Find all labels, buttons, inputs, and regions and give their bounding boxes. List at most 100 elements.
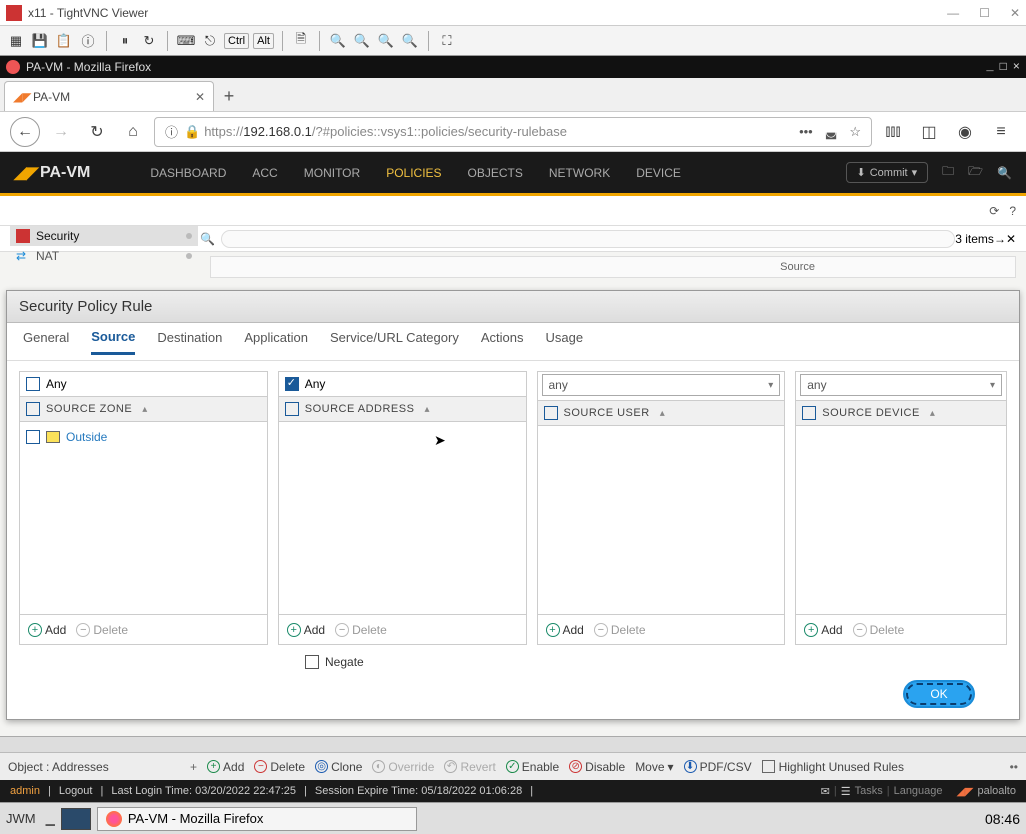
device-select[interactable]: any ▾ [800, 374, 1002, 396]
reload-button[interactable]: ↻ [82, 117, 112, 147]
select-all-checkbox[interactable] [26, 402, 40, 416]
checkbox[interactable] [762, 760, 775, 773]
close-icon[interactable]: × [1013, 60, 1020, 74]
search-input[interactable] [221, 230, 955, 248]
zoom-out-icon[interactable]: 🔍 [352, 31, 372, 51]
sidebar-item-nat[interactable]: ⇄ NAT [10, 246, 198, 266]
delete-address-button[interactable]: −Delete [335, 623, 387, 637]
menu-icon[interactable]: ≡ [986, 117, 1016, 147]
tab-service[interactable]: Service/URL Category [330, 330, 459, 353]
sort-icon[interactable]: ▴ [424, 404, 430, 415]
options-icon[interactable]: 📋 [54, 31, 74, 51]
nav-objects[interactable]: OBJECTS [468, 166, 523, 180]
maximize-icon[interactable]: □ [1000, 60, 1007, 74]
disable-button[interactable]: ⊘Disable [569, 760, 625, 774]
close-icon[interactable]: ✕ [1010, 6, 1020, 20]
clone-button[interactable]: ◎Clone [315, 760, 362, 774]
sidebar-item-security[interactable]: Security [10, 226, 198, 246]
lock-warning-icon[interactable]: 🔒 [184, 124, 200, 140]
alt-key[interactable]: Alt [253, 33, 274, 49]
language-label[interactable]: Language [894, 785, 943, 797]
save-icon[interactable]: 💾 [30, 31, 50, 51]
override-button[interactable]: ◐Override [372, 760, 434, 774]
refresh-icon[interactable]: ↻ [139, 31, 159, 51]
jwm-menu[interactable]: JWM [6, 811, 36, 826]
search-icon[interactable]: 🔍 [997, 166, 1012, 180]
info-icon[interactable]: ⓘ [78, 31, 98, 51]
add-device-button[interactable]: +Add [804, 623, 842, 637]
cad-icon[interactable]: ⌨ [176, 31, 196, 51]
any-zone-checkbox[interactable] [26, 377, 40, 391]
clear-icon[interactable]: ✕ [1006, 232, 1016, 246]
export-icon[interactable]: 🗁 [968, 162, 983, 183]
select-all-checkbox[interactable] [544, 406, 558, 420]
delete-user-button[interactable]: −Delete [594, 623, 646, 637]
add-button[interactable]: +Add [207, 760, 244, 774]
zoom-in-icon[interactable]: 🔍 [328, 31, 348, 51]
new-conn-icon[interactable]: ▦ [6, 31, 26, 51]
sort-icon[interactable]: ▴ [930, 408, 936, 419]
nav-device[interactable]: DEVICE [636, 166, 681, 180]
add-zone-button[interactable]: +Add [28, 623, 66, 637]
pause-icon[interactable]: ⏸ [115, 31, 135, 51]
any-address-checkbox[interactable] [285, 377, 299, 391]
page-actions-icon[interactable]: ••• [799, 124, 813, 139]
pdf-csv-button[interactable]: ⬇PDF/CSV [684, 760, 752, 774]
tab-close-icon[interactable]: ✕ [195, 90, 205, 104]
taskbar-item-firefox[interactable]: PA-VM - Mozilla Firefox [97, 807, 417, 831]
commit-button[interactable]: ⬇ Commit ▾ [846, 162, 929, 183]
tab-general[interactable]: General [23, 330, 69, 353]
row-checkbox[interactable] [26, 430, 40, 444]
zone-name[interactable]: Outside [66, 430, 107, 444]
sort-icon[interactable]: ▴ [660, 408, 666, 419]
tab-actions[interactable]: Actions [481, 330, 524, 353]
nav-dashboard[interactable]: DASHBOARD [150, 166, 226, 180]
column-header[interactable]: SOURCE ADDRESS [305, 403, 415, 415]
sort-icon[interactable]: ▴ [142, 404, 148, 415]
library-icon[interactable]: ⫾⫾⫾ [878, 117, 908, 147]
negate-checkbox[interactable] [305, 655, 319, 669]
tab-source[interactable]: Source [91, 329, 135, 355]
new-tab-button[interactable]: + [214, 81, 244, 111]
minimize-icon[interactable]: ― [947, 6, 959, 20]
zoom-100-icon[interactable]: 🔍 [376, 31, 396, 51]
logout-link[interactable]: Logout [59, 785, 93, 797]
zone-row[interactable]: Outside [26, 428, 261, 446]
config-icon[interactable]: 🗀 [942, 162, 954, 183]
column-header[interactable]: SOURCE DEVICE [822, 407, 920, 419]
minimize-icon[interactable]: _ [986, 60, 993, 74]
browser-tab[interactable]: ◢◤ PA-VM ✕ [4, 81, 214, 111]
highlight-unused-toggle[interactable]: Highlight Unused Rules [762, 760, 904, 774]
move-button[interactable]: Move▾ [635, 760, 673, 774]
sidebar-icon[interactable]: ◫ [914, 117, 944, 147]
select-all-checkbox[interactable] [802, 406, 816, 420]
select-all-checkbox[interactable] [285, 402, 299, 416]
mail-icon[interactable]: ✉ [821, 785, 830, 798]
more-icon[interactable]: •• [1010, 760, 1018, 774]
add-object-icon[interactable]: + [190, 760, 197, 774]
column-header[interactable]: SOURCE USER [564, 407, 650, 419]
reader-icon[interactable]: ◛ [825, 124, 838, 140]
workspace-switcher[interactable] [61, 808, 91, 830]
fullscreen-icon[interactable]: ⛶ [437, 31, 457, 51]
add-user-button[interactable]: +Add [546, 623, 584, 637]
ctrl-esc-icon[interactable]: ⎋ [200, 31, 220, 51]
delete-button[interactable]: −Delete [254, 760, 305, 774]
tab-destination[interactable]: Destination [157, 330, 222, 353]
maximize-icon[interactable]: ☐ [979, 6, 990, 20]
help-icon[interactable]: ? [1009, 204, 1016, 218]
user-select[interactable]: any ▾ [542, 374, 781, 396]
tasks-icon[interactable]: ☰ [841, 785, 851, 798]
tab-application[interactable]: Application [244, 330, 308, 353]
nav-monitor[interactable]: MONITOR [304, 166, 360, 180]
nav-acc[interactable]: ACC [252, 166, 277, 180]
tab-usage[interactable]: Usage [545, 330, 583, 353]
delete-zone-button[interactable]: −Delete [76, 623, 128, 637]
refresh-icon[interactable]: ⟳ [989, 204, 999, 218]
bookmark-icon[interactable]: ☆ [849, 124, 861, 140]
nav-network[interactable]: NETWORK [549, 166, 610, 180]
enable-button[interactable]: ✓Enable [506, 760, 559, 774]
account-icon[interactable]: ◉ [950, 117, 980, 147]
forward-button[interactable]: → [46, 117, 76, 147]
tasks-label[interactable]: Tasks [855, 785, 883, 797]
